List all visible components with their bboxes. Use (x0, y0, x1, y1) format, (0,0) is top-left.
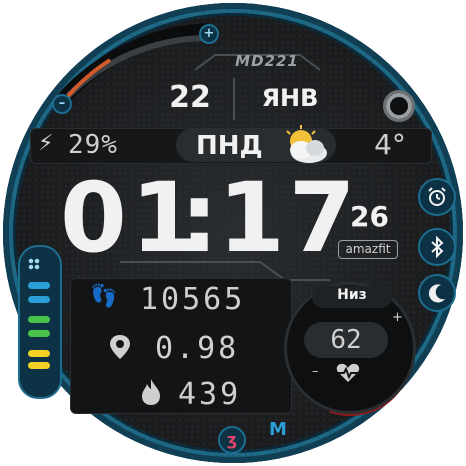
alarm-clock-icon (428, 187, 446, 206)
settings-round-button[interactable] (383, 90, 415, 122)
heart-rate-value: 62 (330, 325, 362, 355)
progress-bar-6 (28, 362, 50, 369)
night-mode-button[interactable] (418, 274, 456, 312)
steps-icon: 👣 (90, 284, 118, 309)
progress-bar-4 (28, 330, 50, 337)
weekday-label: ПНД (196, 131, 263, 161)
progress-bar-3 (28, 316, 50, 323)
calories-value[interactable]: 439 (178, 377, 241, 412)
heart-pulse-icon (336, 363, 360, 382)
location-pin-icon (110, 335, 130, 359)
grid-icon[interactable] (28, 258, 40, 270)
alarm-button[interactable] (418, 178, 456, 216)
heart-plus-label: + (392, 310, 403, 325)
moon-icon (428, 284, 445, 303)
battery-bolt-icon: ⚡ (38, 131, 54, 156)
arc-plus-button[interactable]: + (199, 24, 219, 44)
heart-rate-label: Низ (337, 287, 367, 303)
progress-bar-2 (28, 296, 50, 303)
bluetooth-icon (431, 236, 444, 258)
time-seconds: 26 (350, 200, 389, 233)
app-button-red[interactable]: ʒ (218, 426, 246, 454)
date-month[interactable]: ЯНВ (250, 84, 330, 112)
distance-value[interactable]: 0.98 (155, 331, 239, 366)
weather-temp[interactable]: 4° (360, 128, 420, 161)
time-separator: : (180, 162, 219, 274)
progress-bar-5 (28, 350, 50, 357)
heart-minus-label: – (312, 364, 319, 379)
battery-percent[interactable]: 29% (68, 130, 118, 160)
arc-minus-button[interactable]: – (52, 94, 72, 114)
progress-bar-1 (28, 282, 50, 289)
brand-label: MD221 (235, 52, 299, 70)
date-day[interactable]: 22 (160, 80, 220, 115)
brand-logo: amazfit (338, 240, 398, 259)
bluetooth-button[interactable] (418, 228, 456, 266)
app-button-blue[interactable]: M (266, 418, 290, 442)
flame-icon (142, 379, 160, 405)
steps-value[interactable]: 10565 (140, 282, 245, 317)
